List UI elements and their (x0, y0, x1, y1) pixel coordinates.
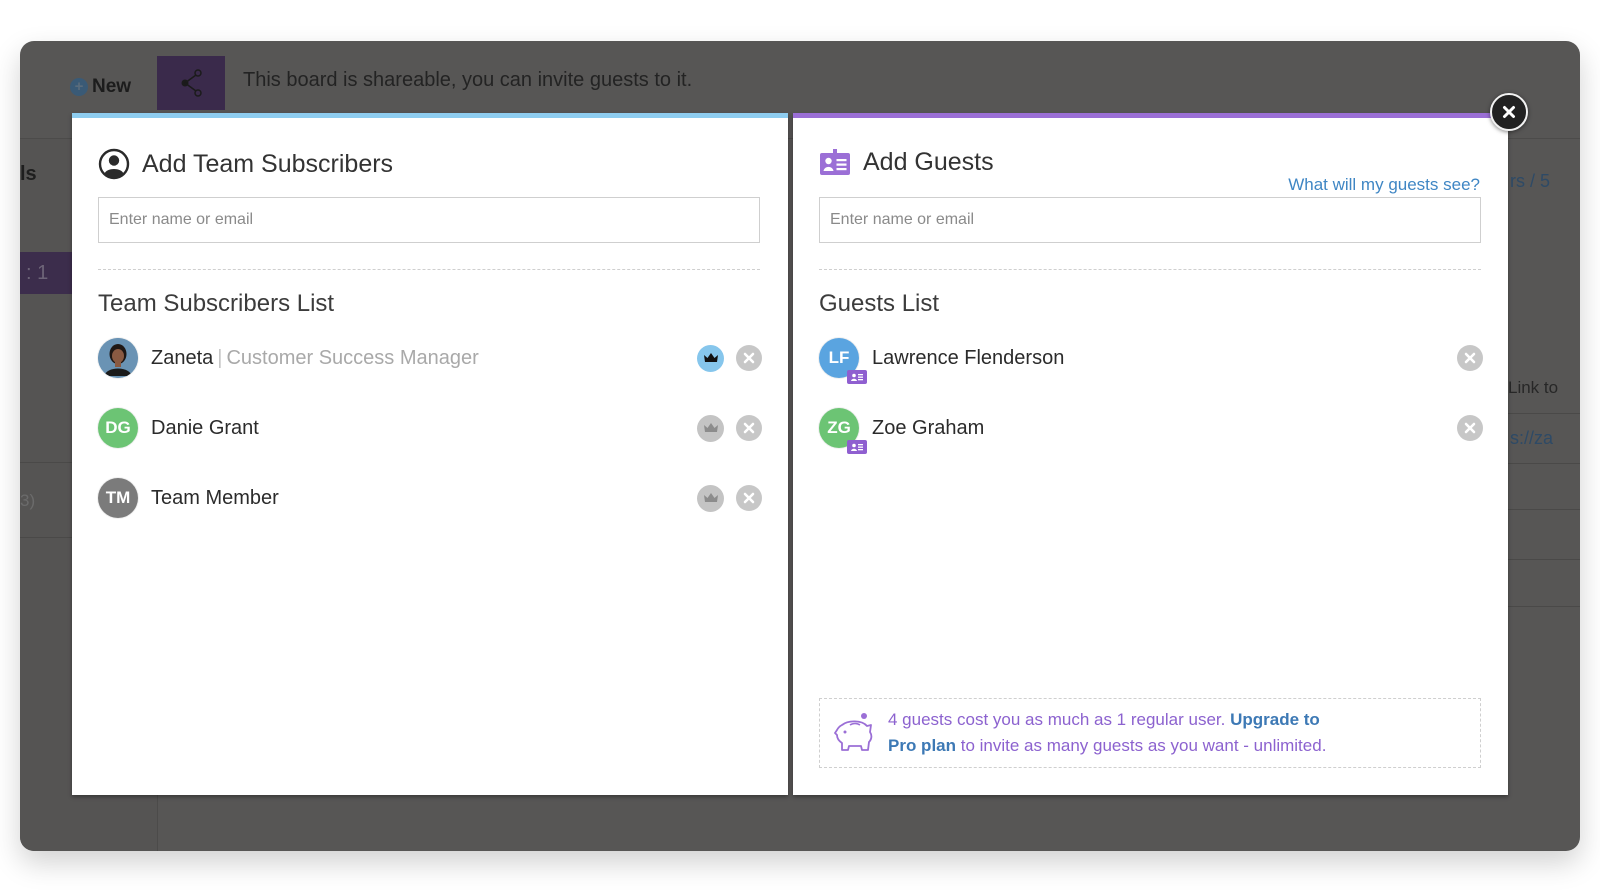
background-selected-row: : 1 (20, 252, 72, 294)
subscriber-search-input[interactable] (98, 197, 760, 243)
background-divider (1508, 463, 1580, 464)
avatar (98, 338, 138, 378)
subscriber-row: Zaneta | Customer Success Manager (98, 336, 762, 380)
guests-panel-title: Add Guests (819, 148, 994, 177)
background-partial-label: ls (20, 163, 37, 185)
remove-subscriber-button[interactable] (736, 415, 762, 441)
background-divider (1508, 413, 1580, 414)
guest-visibility-help-link[interactable]: What will my guests see? (1288, 175, 1480, 195)
avatar: TM (98, 478, 138, 518)
plus-icon: + (70, 78, 88, 96)
guest-badge-icon (847, 440, 867, 454)
avatar: LF (819, 338, 867, 384)
upgrade-promo-box: 4 guests cost you as much as 1 regular u… (819, 698, 1481, 768)
subscriber-name: Zaneta (151, 346, 214, 369)
owner-toggle-button[interactable] (697, 414, 724, 442)
background-divider (1508, 559, 1580, 560)
person-photo-icon (98, 338, 138, 378)
owner-toggle-button[interactable] (697, 484, 724, 512)
guest-name: Zoe Graham (872, 416, 985, 439)
background-link-url: s://za (1510, 428, 1554, 448)
subscribers-list-title: Team Subscribers List (98, 290, 335, 317)
remove-subscriber-button[interactable] (736, 345, 762, 371)
background-partial-count: 3) (20, 491, 36, 510)
close-icon (743, 422, 755, 434)
share-banner-text: This board is shareable, you can invite … (243, 69, 693, 91)
remove-guest-button[interactable] (1457, 345, 1483, 371)
guest-badge-icon (847, 370, 867, 384)
guest-search-input[interactable] (819, 197, 1481, 243)
background-link-label: Link to (1508, 378, 1559, 397)
crown-icon (703, 353, 718, 362)
section-divider (819, 269, 1481, 270)
close-icon (743, 492, 755, 504)
avatar: ZG (819, 408, 867, 454)
guests-panel: Add Guests What will my guests see? Gues… (793, 113, 1508, 795)
id-badge-icon (820, 148, 850, 175)
subscriber-row: DG Danie Grant (98, 406, 762, 450)
guest-name: Lawrence Flenderson (872, 346, 1065, 369)
guest-row: ZG Zoe Graham (819, 406, 1483, 454)
background-divider (1508, 606, 1580, 607)
guest-row: LF Lawrence Flenderson (819, 336, 1483, 384)
new-button: + New (70, 76, 131, 98)
pro-plan-link[interactable]: Pro plan (888, 736, 956, 755)
close-icon (1464, 352, 1476, 364)
close-icon (1464, 422, 1476, 434)
subscriber-name: Team Member (151, 486, 279, 509)
subscribers-panel-title: Add Team Subscribers (98, 148, 393, 180)
owner-toggle-button[interactable] (697, 344, 724, 372)
section-divider (98, 269, 760, 270)
guests-list-title: Guests List (819, 290, 940, 317)
subscriber-title: Customer Success Manager (226, 346, 479, 369)
name-title-separator: | (217, 346, 223, 369)
subscriber-row: TM Team Member (98, 476, 762, 520)
team-subscribers-panel: Add Team Subscribers Team Subscribers Li… (72, 113, 788, 795)
remove-subscriber-button[interactable] (736, 485, 762, 511)
promo-message: 4 guests cost you as much as 1 regular u… (888, 710, 1327, 755)
share-icon (181, 69, 202, 97)
avatar: DG (98, 408, 138, 448)
user-circle-icon (98, 148, 130, 180)
close-modal-button[interactable] (1490, 93, 1528, 131)
subscriber-name: Danie Grant (151, 416, 259, 439)
piggy-bank-icon (834, 713, 873, 751)
share-button (157, 56, 225, 110)
close-icon (1503, 106, 1515, 118)
background-divider (1508, 509, 1580, 510)
upgrade-link[interactable]: Upgrade to (1230, 710, 1320, 729)
crown-icon (703, 423, 718, 432)
remove-guest-button[interactable] (1457, 415, 1483, 441)
background-partial-header: rs / 5 (1510, 171, 1551, 191)
crown-icon (703, 493, 718, 502)
close-icon (743, 352, 755, 364)
